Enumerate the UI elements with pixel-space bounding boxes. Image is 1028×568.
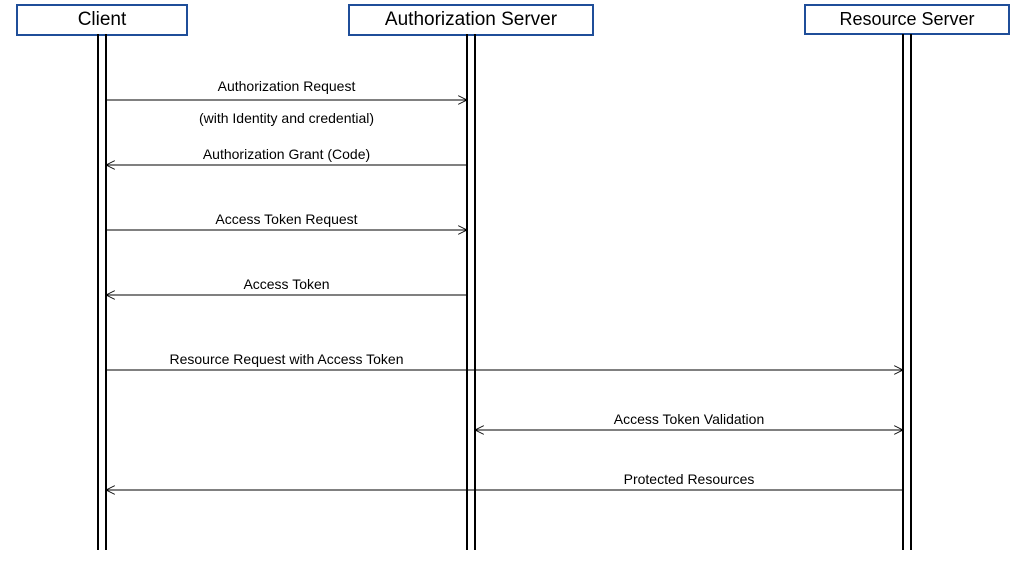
msg-authorization-request: Authorization Request (with Identity and… <box>107 62 466 126</box>
lifeline-authorization-server <box>466 34 476 550</box>
participant-client: Client <box>16 4 188 36</box>
msg-access-token-request: Access Token Request <box>107 211 466 227</box>
msg-line: (with Identity and credential) <box>199 110 374 126</box>
msg-line: Authorization Request <box>218 78 356 94</box>
msg-resource-request: Resource Request with Access Token <box>107 351 466 367</box>
participant-resource-server: Resource Server <box>804 4 1010 35</box>
lifeline-resource-server <box>902 34 912 550</box>
msg-access-token-validation: Access Token Validation <box>476 411 902 427</box>
msg-protected-resources: Protected Resources <box>476 471 902 487</box>
participant-authorization-server: Authorization Server <box>348 4 594 36</box>
msg-authorization-grant: Authorization Grant (Code) <box>107 146 466 162</box>
lifeline-client <box>97 34 107 550</box>
msg-access-token: Access Token <box>107 276 466 292</box>
